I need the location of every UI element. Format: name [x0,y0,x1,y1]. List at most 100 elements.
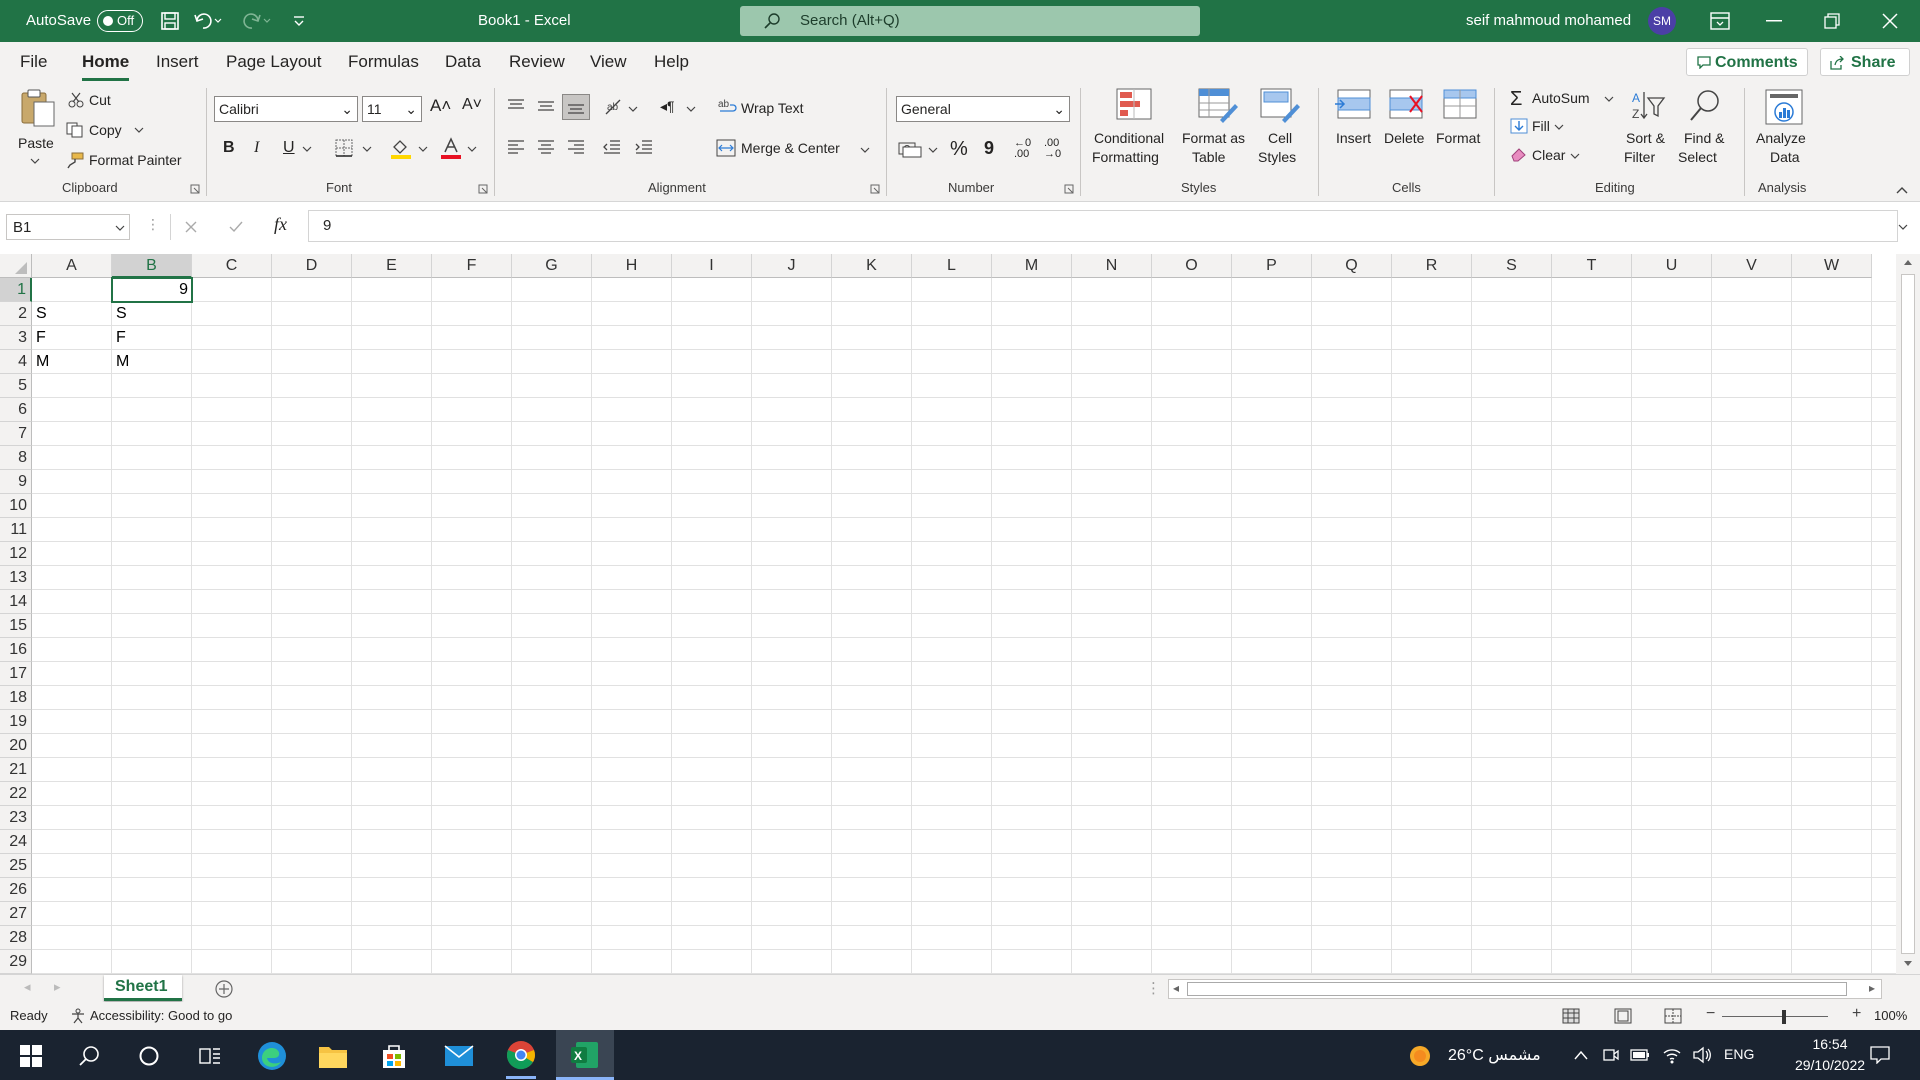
row-header-15[interactable]: 15 [0,614,32,638]
column-header-q[interactable]: Q [1312,254,1392,278]
zoom-slider[interactable] [1722,1016,1828,1017]
enter-icon[interactable] [228,220,244,234]
decrease-indent-icon[interactable] [602,139,622,155]
decrease-decimal-icon[interactable]: .00 →0 [1044,138,1061,160]
cell-styles-button[interactable]: Cell Styles [1256,88,1312,174]
comments-button[interactable]: Comments [1686,48,1808,76]
user-name[interactable]: seif mahmoud mohamed [1466,12,1631,29]
borders-icon[interactable] [335,139,353,157]
zoom-in-button[interactable]: + [1852,1005,1861,1023]
vertical-scrollbar[interactable] [1896,254,1920,974]
tab-formulas[interactable]: Formulas [348,52,419,72]
analyze-data-button[interactable]: Analyze Data [1752,88,1816,174]
accessibility-status[interactable]: Accessibility: Good to go [90,1008,232,1023]
cell-b4[interactable]: M [112,350,192,374]
scroll-left-icon[interactable]: ◂ [1173,981,1179,995]
number-format-select[interactable]: General ⌄ [896,96,1070,122]
tab-page-layout[interactable]: Page Layout [226,52,321,72]
tray-chevron-up-icon[interactable] [1574,1050,1588,1060]
share-button[interactable]: Share [1820,48,1910,76]
zoom-level[interactable]: 100% [1874,1008,1907,1023]
increase-font-size-icon[interactable]: A˄ [430,96,451,116]
paste-button[interactable]: Paste [14,88,62,172]
font-color-icon[interactable] [440,137,462,159]
expand-formula-bar-icon[interactable] [1898,224,1908,230]
merge-center-button[interactable]: Merge & Center [741,140,840,156]
microsoft-store-icon[interactable] [380,1042,408,1070]
dialog-launcher-icon[interactable] [190,184,200,194]
increase-decimal-icon[interactable]: ←0.00 [1014,138,1031,160]
page-break-view-icon[interactable] [1664,1008,1682,1024]
row-header-12[interactable]: 12 [0,542,32,566]
row-header-14[interactable]: 14 [0,590,32,614]
scroll-thumb[interactable] [1901,274,1915,954]
row-header-17[interactable]: 17 [0,662,32,686]
row-header-24[interactable]: 24 [0,830,32,854]
excel-taskbar-button[interactable]: X [556,1030,614,1080]
chevron-down-icon[interactable] [302,146,312,152]
close-icon[interactable] [1882,13,1898,29]
dialog-launcher-icon[interactable] [870,184,880,194]
decrease-font-size-icon[interactable]: A˅ [462,96,482,114]
tab-data[interactable]: Data [445,52,481,72]
row-header-22[interactable]: 22 [0,782,32,806]
align-left-icon[interactable] [506,139,526,155]
zoom-out-button[interactable]: − [1706,1005,1715,1023]
align-right-icon[interactable] [566,139,586,155]
scroll-down-icon[interactable] [1903,960,1913,968]
name-box[interactable]: B1 [6,214,130,240]
dialog-launcher-icon[interactable] [478,184,488,194]
insert-function-button[interactable]: fx [274,214,287,235]
chevron-down-icon[interactable] [134,127,144,133]
row-header-25[interactable]: 25 [0,854,32,878]
column-header-n[interactable]: N [1072,254,1152,278]
undo-icon[interactable] [193,11,223,31]
clear-button[interactable]: Clear [1532,147,1565,163]
column-header-w[interactable]: W [1792,254,1872,278]
restore-icon[interactable] [1824,13,1840,29]
row-header-8[interactable]: 8 [0,446,32,470]
column-header-g[interactable]: G [512,254,592,278]
percent-style-button[interactable]: % [950,138,968,161]
row-header-6[interactable]: 6 [0,398,32,422]
tab-view[interactable]: View [590,52,627,72]
column-header-d[interactable]: D [272,254,352,278]
taskbar-search-icon[interactable] [78,1045,100,1067]
cell-a3[interactable]: F [32,326,112,350]
cortana-icon[interactable] [138,1045,160,1067]
page-layout-view-icon[interactable] [1614,1008,1632,1024]
chevron-down-icon[interactable] [1604,96,1614,102]
row-header-18[interactable]: 18 [0,686,32,710]
wifi-icon[interactable] [1662,1046,1682,1064]
align-middle-icon[interactable] [536,98,556,114]
row-header-29[interactable]: 29 [0,950,32,974]
align-bottom-button[interactable] [562,94,590,120]
comma-style-button[interactable]: 9 [984,138,994,159]
underline-button[interactable]: U [283,139,295,157]
copy-button[interactable]: Copy [89,122,122,138]
worksheet-grid[interactable]: ABCDEFGHIJKLMNOPQRSTUVW 1 2 3 4 5 6 7 8 9 10 11 12 1… [0,254,1920,974]
row-header-10[interactable]: 10 [0,494,32,518]
mail-icon[interactable] [444,1044,474,1068]
column-header-l[interactable]: L [912,254,992,278]
align-top-icon[interactable] [506,98,526,114]
cell-b3[interactable]: F [112,326,192,350]
dialog-launcher-icon[interactable] [1064,184,1074,194]
clock-date[interactable]: 29/10/2022 [1780,1057,1880,1073]
customize-toolbar-icon[interactable] [292,13,306,29]
autosum-icon[interactable]: Σ [1510,88,1522,111]
wrap-text-icon[interactable]: ab [718,98,738,116]
cut-icon[interactable] [68,92,84,108]
battery-icon[interactable] [1630,1048,1650,1062]
splitter-icon[interactable]: ⋮ [1146,979,1161,997]
minimize-icon[interactable] [1766,20,1782,22]
row-header-13[interactable]: 13 [0,566,32,590]
notifications-icon[interactable] [1870,1046,1890,1064]
cell-b2[interactable]: S [112,302,192,326]
column-header-o[interactable]: O [1152,254,1232,278]
italic-button[interactable]: I [254,139,259,157]
chevron-down-icon[interactable] [928,147,938,153]
task-view-icon[interactable] [198,1045,222,1067]
row-header-1[interactable]: 1 [0,278,32,302]
chevron-down-icon[interactable] [1554,124,1564,130]
